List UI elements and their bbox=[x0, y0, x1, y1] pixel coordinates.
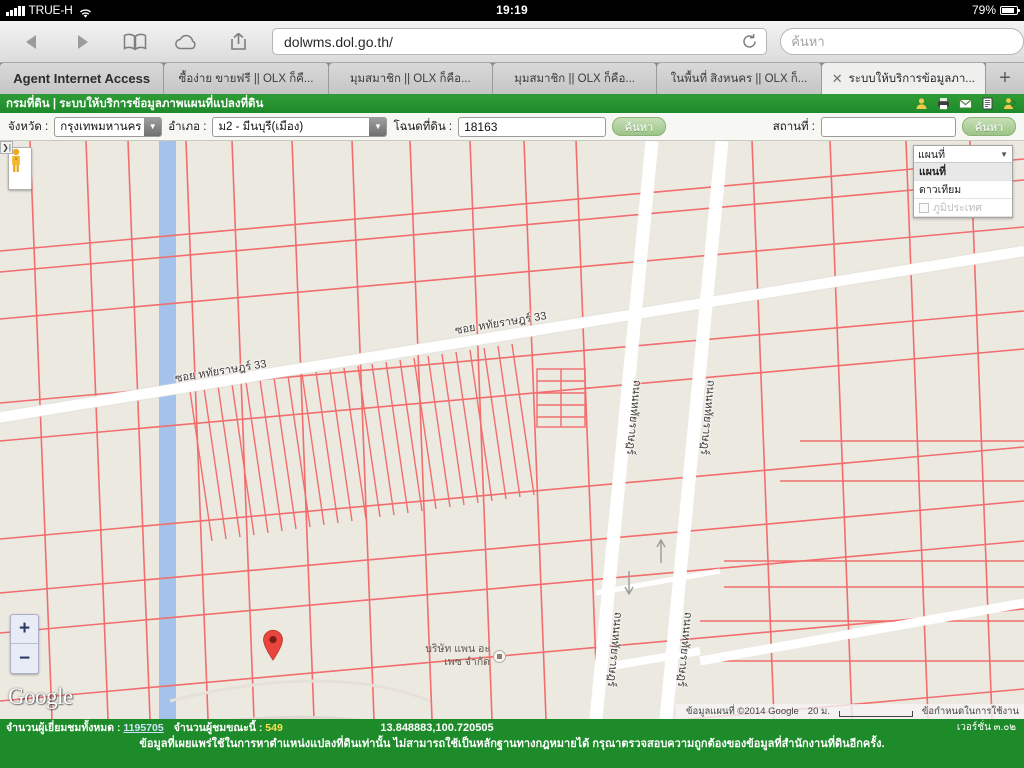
tab-label: ซื้อง่าย ขายฟรี || OLX ก็คื... bbox=[178, 72, 314, 85]
map-terms-link[interactable]: ข้อกำหนดในการใช้งาน bbox=[922, 704, 1019, 719]
tab-bar: Agent Internet Access ซื้อง่าย ขายฟรี ||… bbox=[0, 63, 1024, 94]
province-label: จังหวัด : bbox=[8, 120, 49, 133]
map-type-selected[interactable]: แผนที่ ▼ bbox=[914, 146, 1012, 163]
chevron-down-icon: ▼ bbox=[369, 117, 387, 136]
map-scale-label: 20 ม. bbox=[807, 706, 830, 717]
map-type-option-label: ภูมิประเทศ bbox=[933, 202, 982, 214]
deed-search-button[interactable]: ค้นหา bbox=[612, 117, 667, 136]
map-pin-marker[interactable] bbox=[262, 629, 284, 661]
browser-search-input[interactable]: ค้นหา bbox=[780, 28, 1024, 55]
clock-label: 19:19 bbox=[496, 3, 528, 17]
map-type-option-satellite[interactable]: ดาวเทียม bbox=[914, 181, 1012, 199]
tab-label: มุมสมาชิก || OLX ก็คือ... bbox=[514, 72, 635, 85]
cloud-icon[interactable] bbox=[174, 29, 200, 55]
version-label: เวอร์ชั่น ๓.๐๒ bbox=[956, 722, 1016, 733]
footer-stats-row: จำนวนผู้เยี่ยมชมทั้งหมด : 1195705 จำนวนผ… bbox=[0, 719, 1024, 736]
site-header: กรมที่ดิน | ระบบให้บริการข้อมูลภาพแผนที่… bbox=[0, 94, 1024, 113]
site-header-icons bbox=[915, 94, 1017, 113]
browser-toolbar: dolwms.dol.go.th/ ค้นหา bbox=[0, 21, 1024, 63]
district-label: อำเภอ : bbox=[168, 120, 207, 133]
web-page: กรมที่ดิน | ระบบให้บริการข้อมูลภาพแผนที่… bbox=[0, 94, 1024, 768]
map-type-control[interactable]: แผนที่ ▼ แผนที่ ดาวเทียม ภูมิประเทศ bbox=[913, 145, 1013, 218]
page-title: กรมที่ดิน | ระบบให้บริการข้อมูลภาพแผนที่… bbox=[6, 97, 264, 110]
map-type-option-label: ดาวเทียม bbox=[919, 184, 962, 196]
new-tab-button[interactable]: + bbox=[985, 63, 1024, 94]
status-right: 79% bbox=[971, 0, 1020, 21]
map-type-option-label: แผนที่ bbox=[919, 166, 947, 178]
screen: TRUE-H 19:19 79% dolwms.dol.go.th/ ค้นหา… bbox=[0, 0, 1024, 768]
deed-input[interactable]: 18163 bbox=[458, 116, 607, 137]
tab-label: Agent Internet Access bbox=[13, 71, 151, 86]
search-toolbar: จังหวัด : กรุงเทพมหานคร ▼ อำเภอ : ม2 - ม… bbox=[0, 113, 1024, 141]
printer-icon[interactable] bbox=[937, 97, 950, 110]
map-canvas[interactable]: ซอย หทัยราษฎร์ 33 ซอย หทัยราษฎร์ 33 ถนนห… bbox=[0, 141, 1024, 719]
map-type-option-terrain[interactable]: ภูมิประเทศ bbox=[914, 199, 1012, 217]
place-search-button[interactable]: ค้นหา bbox=[962, 117, 1016, 136]
document-icon[interactable] bbox=[981, 97, 994, 110]
google-logo: Google bbox=[8, 684, 73, 709]
place-input[interactable] bbox=[821, 116, 956, 137]
zoom-in-button[interactable]: + bbox=[11, 615, 38, 644]
map-credits: ข้อมูลแผนที่ ©2014 Google 20 ม. ข้อกำหนด… bbox=[676, 704, 1024, 719]
nav-buttons bbox=[0, 29, 252, 55]
tab-dol-map-service[interactable]: ✕ ระบบให้บริการข้อมูลภา... bbox=[821, 63, 986, 94]
map-scale-bar bbox=[838, 710, 913, 717]
close-icon[interactable]: ✕ bbox=[832, 72, 843, 85]
battery-percent-label: 79% bbox=[971, 3, 996, 17]
share-icon[interactable] bbox=[226, 29, 252, 55]
battery-icon bbox=[1000, 6, 1020, 15]
deed-label: โฉนดที่ดิน : bbox=[393, 120, 453, 133]
tab-agent-internet-access[interactable]: Agent Internet Access bbox=[0, 63, 165, 94]
coordinates-readout: 13.848883,100.720505 bbox=[380, 721, 494, 734]
map-vector-layer bbox=[0, 141, 1024, 719]
back-arrow-icon[interactable] bbox=[18, 29, 44, 55]
tab-olx-1[interactable]: ซื้อง่าย ขายฟรี || OLX ก็คื... bbox=[164, 63, 329, 94]
district-value: ม2 - มีนบุรี(เมือง) bbox=[218, 120, 304, 133]
browser-search-placeholder: ค้นหา bbox=[791, 34, 825, 49]
deed-value: 18163 bbox=[464, 119, 498, 134]
chevron-down-icon: ▼ bbox=[144, 117, 162, 136]
reload-icon[interactable] bbox=[741, 33, 758, 50]
chevron-down-icon: ▼ bbox=[1000, 149, 1008, 159]
tab-label: ระบบให้บริการข้อมูลภา... bbox=[848, 72, 975, 85]
forward-arrow-icon[interactable] bbox=[70, 29, 96, 55]
place-label: สถานที่ : bbox=[772, 120, 815, 133]
map-attribution: ข้อมูลแผนที่ ©2014 Google bbox=[686, 706, 799, 717]
url-text: dolwms.dol.go.th/ bbox=[284, 33, 393, 50]
map-type-selected-label: แผนที่ bbox=[918, 148, 946, 161]
user-icon[interactable] bbox=[915, 97, 928, 110]
tab-label: ในพื้นที่ สิงหนคร || OLX ก็... bbox=[670, 72, 808, 85]
checkbox-icon[interactable] bbox=[919, 202, 929, 213]
footer-disclaimer: ข้อมูลที่เผยแพร่ใช้ในการหาตำแหน่งแปลงที่… bbox=[139, 738, 885, 750]
zoom-out-button[interactable]: − bbox=[11, 644, 38, 673]
mail-icon[interactable] bbox=[959, 97, 972, 110]
poi-label: บริษัท แพน อะ เพซ จำกัด bbox=[425, 643, 490, 668]
province-value: กรุงเทพมหานคร bbox=[60, 120, 142, 133]
collapse-arrow-icon[interactable]: ❯| bbox=[0, 141, 13, 154]
book-icon[interactable] bbox=[122, 29, 148, 55]
tab-olx-2[interactable]: มุมสมาชิก || OLX ก็คือ... bbox=[328, 63, 493, 94]
zoom-control[interactable]: + − bbox=[10, 614, 39, 674]
tab-olx-4[interactable]: ในพื้นที่ สิงหนคร || OLX ก็... bbox=[657, 63, 822, 94]
logout-icon[interactable] bbox=[1003, 97, 1017, 110]
province-select[interactable]: กรุงเทพมหานคร ▼ bbox=[54, 116, 163, 137]
district-select[interactable]: ม2 - มีนบุรี(เมือง) ▼ bbox=[212, 116, 388, 137]
tab-olx-3[interactable]: มุมสมาชิก || OLX ก็คือ... bbox=[492, 63, 658, 94]
url-input[interactable]: dolwms.dol.go.th/ bbox=[272, 28, 768, 55]
ios-status-bar: TRUE-H 19:19 79% bbox=[0, 0, 1024, 21]
poi-dot-icon[interactable] bbox=[493, 650, 506, 663]
tab-label: มุมสมาชิก || OLX ก็คือ... bbox=[349, 72, 471, 85]
site-footer: จำนวนผู้เยี่ยมชมทั้งหมด : 1195705 จำนวนผ… bbox=[0, 719, 1024, 768]
map-type-option-map[interactable]: แผนที่ bbox=[914, 163, 1012, 181]
